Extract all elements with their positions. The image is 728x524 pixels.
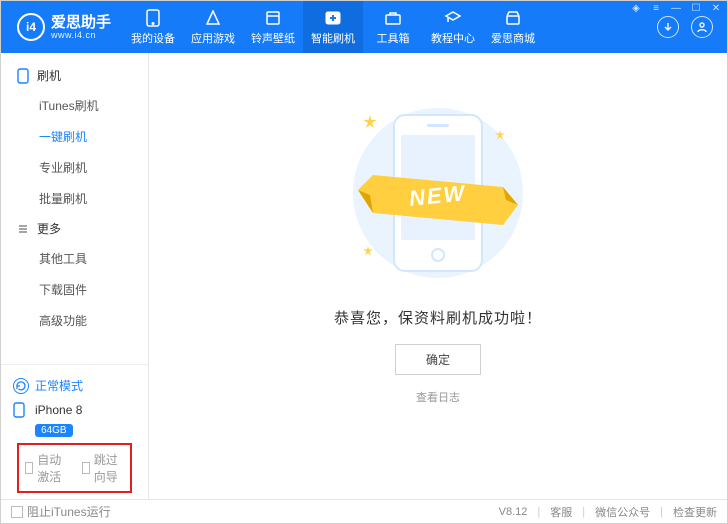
user-button[interactable]	[691, 16, 713, 38]
success-message: 恭喜您，保资料刷机成功啦！	[334, 307, 542, 328]
tab-device[interactable]: 我的设备	[123, 1, 183, 53]
footer: 阻止iTunes运行 V8.12 | 客服 | 微信公众号 | 检查更新	[1, 499, 727, 523]
menu-icon[interactable]: ≡	[649, 3, 663, 14]
sidebar-item-other[interactable]: 其他工具	[1, 243, 148, 274]
app-name: 爱思助手	[51, 15, 111, 30]
device-row[interactable]: iPhone 8	[13, 398, 136, 422]
sidebar-group-flash[interactable]: 刷机	[1, 61, 148, 90]
maximize-button[interactable]: ☐	[689, 3, 703, 14]
list-icon	[17, 223, 29, 235]
sidebar-item-itunes[interactable]: iTunes刷机	[1, 90, 148, 121]
header: i4 爱思助手 www.i4.cn 我的设备 应用游戏 铃声壁纸 智能刷机	[1, 1, 727, 53]
success-illustration: NEW	[323, 103, 553, 283]
minimize-button[interactable]: —	[669, 3, 683, 14]
sidebar-item-onekey[interactable]: 一键刷机	[1, 121, 148, 152]
device-mode[interactable]: 正常模式	[13, 373, 136, 398]
sidebar-item-advance[interactable]: 高级功能	[1, 305, 148, 336]
course-icon	[443, 9, 463, 27]
sidebar-item-batch[interactable]: 批量刷机	[1, 183, 148, 214]
main-panel: NEW 恭喜您，保资料刷机成功啦！ 确定 查看日志	[149, 53, 727, 499]
support-link[interactable]: 客服	[550, 504, 572, 520]
close-button[interactable]: ✕	[709, 3, 723, 14]
app-sub: www.i4.cn	[51, 30, 111, 40]
window-controls: ◈ ≡ — ☐ ✕	[629, 3, 723, 14]
sidebar-item-firmware[interactable]: 下载固件	[1, 274, 148, 305]
refresh-icon	[13, 378, 29, 394]
sidebar-group-more[interactable]: 更多	[1, 214, 148, 243]
skip-guide-checkbox[interactable]: 跳过向导	[82, 451, 125, 485]
logo-icon: i4	[17, 13, 45, 41]
confirm-button[interactable]: 确定	[395, 344, 481, 375]
logo: i4 爱思助手 www.i4.cn	[1, 13, 123, 41]
tab-flash[interactable]: 智能刷机	[303, 1, 363, 53]
update-link[interactable]: 检查更新	[673, 504, 717, 520]
phone-outline-icon	[17, 68, 29, 84]
download-button[interactable]	[657, 16, 679, 38]
tab-apps[interactable]: 应用游戏	[183, 1, 243, 53]
tshirt-icon[interactable]: ◈	[629, 3, 643, 14]
device-icon	[13, 402, 29, 418]
star-icon	[495, 129, 505, 143]
version-label: V8.12	[499, 506, 528, 518]
device-name: iPhone 8	[35, 403, 82, 417]
tab-rings[interactable]: 铃声壁纸	[243, 1, 303, 53]
view-log-link[interactable]: 查看日志	[416, 389, 460, 405]
note-icon	[263, 9, 283, 27]
tab-shop[interactable]: 爱思商城	[483, 1, 543, 53]
auto-activate-checkbox[interactable]: 自动激活	[25, 451, 68, 485]
star-icon	[363, 245, 373, 259]
wechat-link[interactable]: 微信公众号	[595, 504, 650, 520]
appstore-icon	[203, 9, 223, 27]
tab-tools[interactable]: 工具箱	[363, 1, 423, 53]
phone-icon	[143, 9, 163, 27]
sidebar: 刷机 iTunes刷机 一键刷机 专业刷机 批量刷机 更多 其他工具 下载固件 …	[1, 53, 149, 499]
storage-badge: 64GB	[35, 424, 73, 437]
shop-icon	[503, 9, 523, 27]
sidebar-item-pro[interactable]: 专业刷机	[1, 152, 148, 183]
tab-bar: 我的设备 应用游戏 铃声壁纸 智能刷机 工具箱 教程中心	[123, 1, 543, 53]
star-icon	[363, 115, 377, 132]
block-itunes-checkbox[interactable]: 阻止iTunes运行	[11, 503, 111, 520]
options-highlight: 自动激活 跳过向导	[17, 443, 132, 493]
toolbox-icon	[383, 9, 403, 27]
tab-course[interactable]: 教程中心	[423, 1, 483, 53]
flash-icon	[323, 9, 343, 27]
